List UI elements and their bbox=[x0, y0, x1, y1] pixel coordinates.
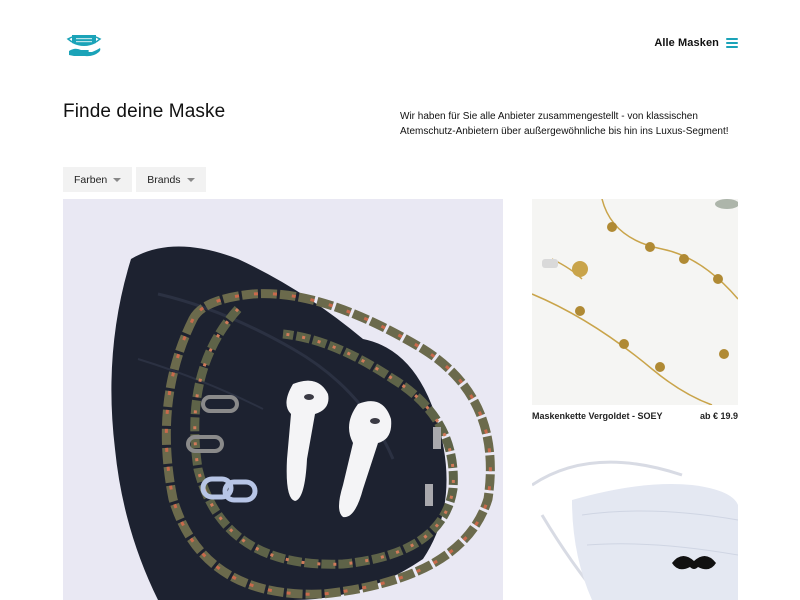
colors-filter-button[interactable]: Farben bbox=[63, 167, 133, 192]
all-masks-label: Alle Masken bbox=[654, 37, 719, 49]
gold-mask-chain-photo bbox=[532, 199, 738, 405]
white-mustache-mask-photo bbox=[532, 445, 738, 600]
brands-filter-label: Brands bbox=[147, 173, 181, 186]
site-logo[interactable] bbox=[66, 30, 102, 58]
colors-filter-label: Farben bbox=[74, 173, 108, 186]
product-card[interactable]: Maskenkette Vergoldet - SOEY ab € 19.9 bbox=[532, 199, 738, 421]
hamburger-icon[interactable] bbox=[726, 38, 738, 48]
all-masks-menu[interactable]: Alle Masken bbox=[654, 37, 738, 49]
brands-filter-button[interactable]: Brands bbox=[136, 167, 206, 192]
product-caption: Maskenkette Vergoldet - SOEY ab € 19.9 bbox=[532, 411, 738, 421]
product-card[interactable] bbox=[532, 445, 738, 600]
product-image[interactable] bbox=[532, 199, 738, 405]
filter-bar: Farben Brands bbox=[63, 167, 206, 192]
mask-with-airpods-photo bbox=[63, 199, 503, 600]
product-price: ab € 19.9 bbox=[699, 411, 738, 421]
caret-down-icon bbox=[186, 177, 195, 182]
mask-hand-icon bbox=[66, 35, 102, 57]
product-name: Maskenkette Vergoldet - SOEY bbox=[532, 411, 663, 421]
featured-product-image[interactable] bbox=[63, 199, 503, 600]
page-title: Finde deine Maske bbox=[63, 101, 226, 122]
caret-down-icon bbox=[113, 177, 122, 182]
product-image[interactable] bbox=[532, 445, 738, 600]
intro-text: Wir haben für Sie alle Anbieter zusammen… bbox=[400, 111, 729, 137]
